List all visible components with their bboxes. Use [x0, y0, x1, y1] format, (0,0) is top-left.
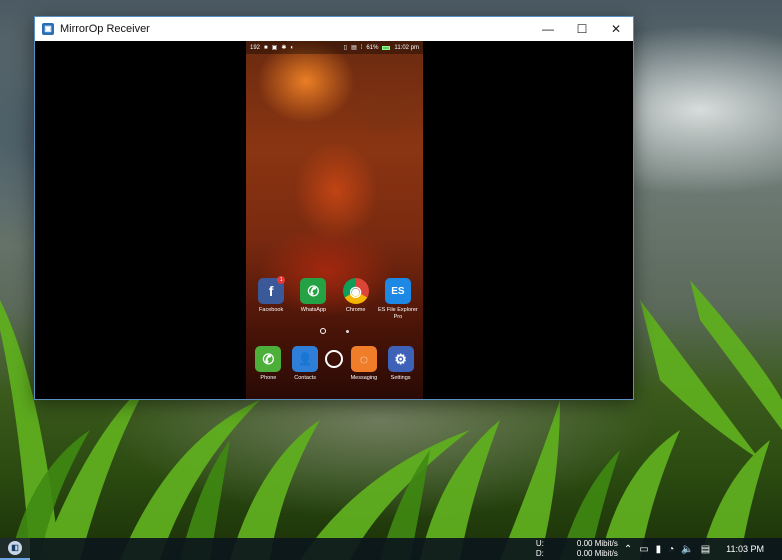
- home-page-indicator: [320, 328, 326, 334]
- home-app-row: f 1 Facebook ✆ WhatsApp ◉ Chrome ES ES F…: [246, 276, 423, 321]
- status-icon: ✱: [281, 45, 287, 51]
- download-speed: 0.00 Mibit/s: [576, 549, 618, 558]
- signal-icon: ▤: [351, 45, 357, 51]
- mirror-content: 192 ■ ▣ ✱ ◐ ▯ ▤ ⁞ 61% 11:02 pm f 1 Faceb…: [35, 41, 633, 399]
- app-label: Contacts: [294, 375, 316, 381]
- contacts-icon: 👤: [292, 346, 319, 372]
- page-dot: [346, 329, 349, 333]
- vibrate-icon: ▯: [343, 45, 348, 51]
- es-file-explorer-icon: ES: [384, 278, 411, 304]
- app-whatsapp[interactable]: ✆ WhatsApp: [293, 278, 333, 321]
- upload-speed: 0.00 Mibit/s: [576, 539, 618, 548]
- app-label: Phone: [260, 375, 277, 381]
- volume-icon[interactable]: 🔈: [681, 544, 693, 555]
- phone-status-bar: 192 ■ ▣ ✱ ◐ ▯ ▤ ⁞ 61% 11:02 pm: [246, 41, 423, 54]
- taskbar-clock[interactable]: 11:03 PM: [726, 544, 764, 554]
- status-left-icons: 192 ■ ▣ ✱ ◐: [250, 44, 294, 52]
- title-bar[interactable]: ▣ MirrorOp Receiver — ☐ ✕: [35, 17, 633, 41]
- network-speed-meter: U: 0.00 Mibit/s D: 0.00 Mibit/s: [536, 539, 618, 559]
- page-indicator: [246, 328, 423, 334]
- taskbar-mirrorop-button[interactable]: ◧: [0, 538, 30, 560]
- status-icon: ■: [264, 44, 268, 51]
- settings-icon: ⚙: [387, 346, 414, 372]
- battery-percent: 61%: [366, 44, 379, 51]
- usb-icon[interactable]: ▮: [656, 544, 662, 555]
- show-hidden-icons-chevron-icon[interactable]: ⌃: [624, 544, 632, 555]
- download-label: D:: [535, 549, 544, 558]
- wifi-icon[interactable]: ◔: [668, 544, 674, 555]
- mirrorop-app-icon: ▣: [42, 23, 54, 35]
- status-icon: ▣: [271, 45, 278, 51]
- whatsapp-icon: ✆: [300, 278, 327, 304]
- app-facebook[interactable]: f 1 Facebook: [251, 276, 291, 321]
- dock-settings[interactable]: ⚙ Settings: [382, 346, 419, 382]
- phone-icon: ✆: [255, 346, 282, 372]
- window-title: MirrorOp Receiver: [60, 23, 150, 35]
- status-icon: 192: [250, 44, 261, 51]
- status-icon: ◐: [290, 44, 294, 51]
- minimize-button[interactable]: —: [531, 17, 565, 41]
- phone-screen[interactable]: 192 ■ ▣ ✱ ◐ ▯ ▤ ⁞ 61% 11:02 pm f 1 Faceb…: [246, 41, 423, 399]
- phone-time: 11:02 pm: [394, 44, 419, 51]
- app-label: Settings: [390, 375, 411, 381]
- app-label: Messaging: [350, 375, 378, 381]
- upload-label: U:: [535, 539, 544, 548]
- app-drawer-button[interactable]: [323, 346, 345, 382]
- battery-icon[interactable]: ▭: [639, 544, 648, 555]
- app-chrome[interactable]: ◉ Chrome: [336, 278, 376, 321]
- app-drawer-icon: [325, 350, 344, 368]
- dock-messaging[interactable]: ◌ Messaging: [346, 346, 383, 382]
- maximize-button[interactable]: ☐: [565, 17, 599, 41]
- network-icon: ⁞: [360, 44, 363, 51]
- close-button[interactable]: ✕: [599, 17, 633, 41]
- mirrorop-window[interactable]: ▣ MirrorOp Receiver — ☐ ✕ 192 ■ ▣ ✱ ◐ ▯ …: [34, 16, 634, 400]
- battery-icon: [382, 45, 391, 50]
- mirrorop-taskbar-icon: ◧: [8, 541, 22, 555]
- system-tray: ⌃ ▭ ▮ ◔ 🔈 ▤: [624, 544, 710, 555]
- app-label: Facebook: [259, 307, 284, 313]
- messaging-icon: ◌: [350, 346, 377, 372]
- dock-phone[interactable]: ✆ Phone: [250, 346, 287, 382]
- notifications-icon[interactable]: ▤: [701, 544, 710, 555]
- dock-contacts[interactable]: 👤 Contacts: [287, 346, 324, 382]
- app-label: WhatsApp: [300, 307, 327, 313]
- status-right-icons: ▯ ▤ ⁞ 61% 11:02 pm: [343, 44, 419, 52]
- chrome-icon: ◉: [342, 278, 369, 304]
- dock-row: ✆ Phone 👤 Contacts ◌ Messaging ⚙ Setting…: [246, 346, 423, 382]
- app-label: Chrome: [345, 307, 366, 313]
- taskbar: ◧ U: 0.00 Mibit/s D: 0.00 Mibit/s ⌃ ▭ ▮ …: [0, 538, 782, 560]
- app-es-file-explorer[interactable]: ES ES File Explorer Pro: [378, 278, 418, 321]
- app-label: ES File Explorer Pro: [378, 307, 418, 320]
